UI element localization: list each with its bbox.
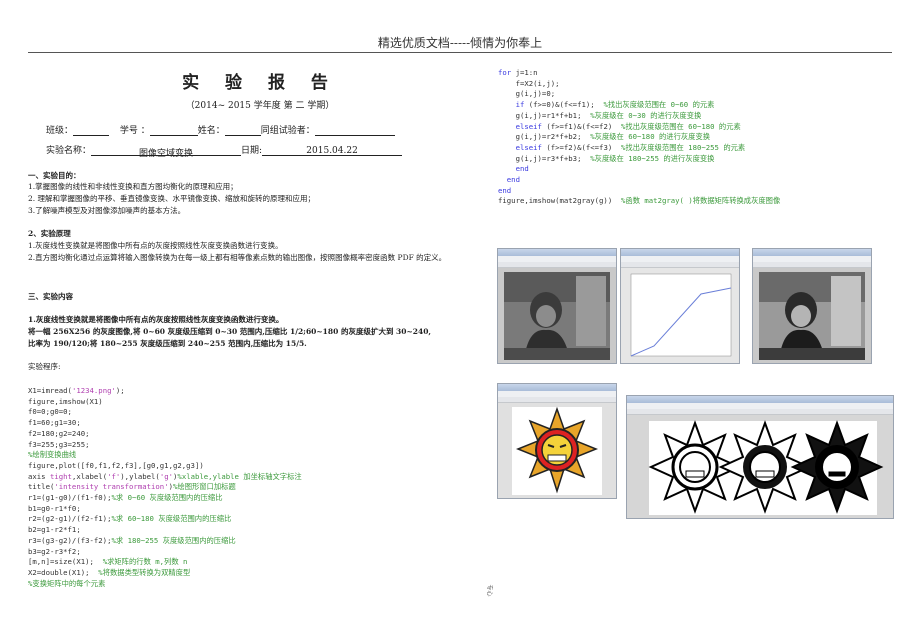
student-id-label: 学号 ：: [119, 126, 150, 136]
code-line: f3=255;g3=255;: [28, 439, 90, 449]
figure-window-original: [497, 248, 617, 364]
section-1-title: 一、实验目的：: [28, 171, 81, 180]
code-line: f=X2(i,j);: [498, 78, 560, 88]
code-line: g(i,j)=r2*f+b2; %灰度级在 60~180 的进行灰度变换: [498, 132, 711, 142]
section-2-title: 2、实验原理: [28, 229, 71, 238]
code-line: g(i,j)=0;: [498, 89, 556, 99]
principle-item: 1.灰度线性变换就是将图像中所有点的灰度按照线性灰度变换函数进行变换。: [28, 241, 283, 250]
code-line: %变换矩阵中的每个元素: [28, 578, 106, 588]
date-label: 日期:: [241, 146, 263, 156]
code-line: axis tight,xlabel('f'),ylabel('g')%xlabl…: [28, 471, 302, 481]
figure-window-bw-emblems: [626, 395, 894, 519]
principle-item: 2.直方图均衡化通过点运算将输入图像转换为在每一级上都有相等像素点数的输出图像，…: [28, 253, 447, 262]
sun-emblem-color-image: [512, 406, 602, 495]
code-line: elseif (f>=f2)&(f<=f3) %找出灰度级范围在 180~255…: [498, 142, 746, 152]
experiment-name-value: 图像空域变换: [91, 146, 242, 159]
code-line: for j=1:n: [498, 68, 538, 77]
info-line-1: 班级： 学号 ： 姓名： 同组试验者：: [46, 123, 395, 136]
page-header: 精选优质文档-----倾情为你奉上: [377, 36, 543, 50]
code-line: title('intensity transformation')%绘图形窗口加…: [28, 482, 236, 492]
code-line: f1=60;g1=30;: [28, 418, 81, 428]
code-line: f2=180;g2=240;: [28, 428, 90, 438]
content-line: 比率为 190/120;将 180~255 灰度级压缩到 240~255 范围内…: [28, 339, 307, 348]
code-line: X1=imread('1234.png');: [28, 386, 125, 395]
aim-item: 1.掌握图像的线性和非线性变换和直方图均衡化的原理和应用；: [28, 182, 238, 191]
code-line: figure,imshow(mat2gray(g)) %函数 mat2gray(…: [498, 196, 781, 206]
code-line: [m,n]=size(X1); %求矩阵的行数 m,列数 n: [28, 557, 188, 567]
name-field: [224, 126, 261, 136]
student-id-field: [149, 126, 198, 136]
code-line: %绘制变换曲线: [28, 450, 77, 460]
intensity-transformation-plot: [630, 273, 732, 357]
code-line: end: [498, 185, 512, 195]
aim-item: 3.了解噪声模型及对图像添加噪声的基本方法。: [28, 206, 186, 215]
grayscale-photo-image: [504, 272, 610, 360]
date-value: 2015.04.22: [262, 146, 403, 156]
figure-window-transformed: [752, 248, 872, 364]
code-line: X2=double(X1); %将数据类型转换为双精度型: [28, 567, 191, 577]
code-line: g(i,j)=r3*f+b3; %灰度级在 180~255 的进行灰度变换: [498, 153, 715, 163]
code-line: r3=(g3-g2)/(f3-f2);%求 180~255 灰度级范围内的压缩比: [28, 535, 236, 545]
header-rule: [28, 52, 892, 53]
partner-label: 同组试验者：: [260, 126, 315, 136]
code-line: elseif (f>=f1)&(f<=f2) %找出灰度级范围在 60~180 …: [498, 121, 741, 131]
experiment-name-label: 实验名称：: [46, 146, 92, 156]
code-line: r2=(g2-g1)/(f2-f1);%求 60~180 灰度级范围内的压缩比: [28, 514, 232, 524]
code-line: g(i,j)=r1*f+b1; %灰度级在 0~30 的进行灰度变换: [498, 110, 702, 120]
report-title: 实 验 报 告: [182, 73, 338, 93]
semester-line: （2014~ 2015 学年度 第 二 学期）: [185, 101, 335, 111]
aim-item: 2. 理解和掌握图像的平移、垂直镜像变换、水平镜像变换、缩放和旋转的原理和应用；: [28, 194, 316, 203]
figure-window-color-emblem: [497, 383, 617, 499]
code-line: f0=0;g0=0;: [28, 407, 72, 417]
name-label: 姓名：: [197, 126, 225, 136]
code-line: end: [498, 164, 529, 174]
program-label: 实验程序:: [28, 362, 61, 371]
code-line: b2=g1-r2*f1;: [28, 525, 81, 535]
partner-field: [314, 126, 395, 136]
code-line: figure,plot([f0,f1,f2,f3],[g0,g1,g2,g3]): [28, 460, 204, 470]
code-line: figure,imshow(X1): [28, 396, 103, 406]
figure-window-plot: [620, 248, 740, 364]
class-field: [73, 126, 110, 136]
content-line: 1.灰度线性变换就是将图像中所有点的灰度按照线性灰度变换函数进行变换。: [28, 315, 284, 324]
code-line: r1=(g1-g0)/(f1-f0);%求 0~60 灰度级范围内的压缩比: [28, 493, 223, 503]
content-line: 将一幅 256X256 的灰度图像,将 0~60 灰度级压缩到 0~30 范围内…: [28, 327, 432, 336]
transformed-photo-image: [759, 272, 865, 360]
code-line: b3=g2-r3*f2;: [28, 546, 81, 556]
page-number: 专心: [485, 584, 493, 597]
code-line: b1=g0-r1*f0;: [28, 503, 81, 513]
section-3-title: 三、实验内容: [28, 292, 73, 301]
class-label: 班级：: [46, 126, 74, 136]
code-block-right: for j=1:n f=X2(i,j); g(i,j)=0; if (f>=0)…: [498, 68, 780, 207]
code-line: end: [498, 175, 520, 185]
sun-emblem-bw-images: [648, 420, 884, 515]
code-line: if (f>=0)&(f<=f1); %找出灰度级范围在 0~60 的元素: [498, 100, 715, 110]
info-line-2: 实验名称： 图像空域变换 日期: 2015.04.22: [46, 143, 403, 159]
code-block-left: X1=imread('1234.png'); figure,imshow(X1) f…: [28, 386, 302, 589]
